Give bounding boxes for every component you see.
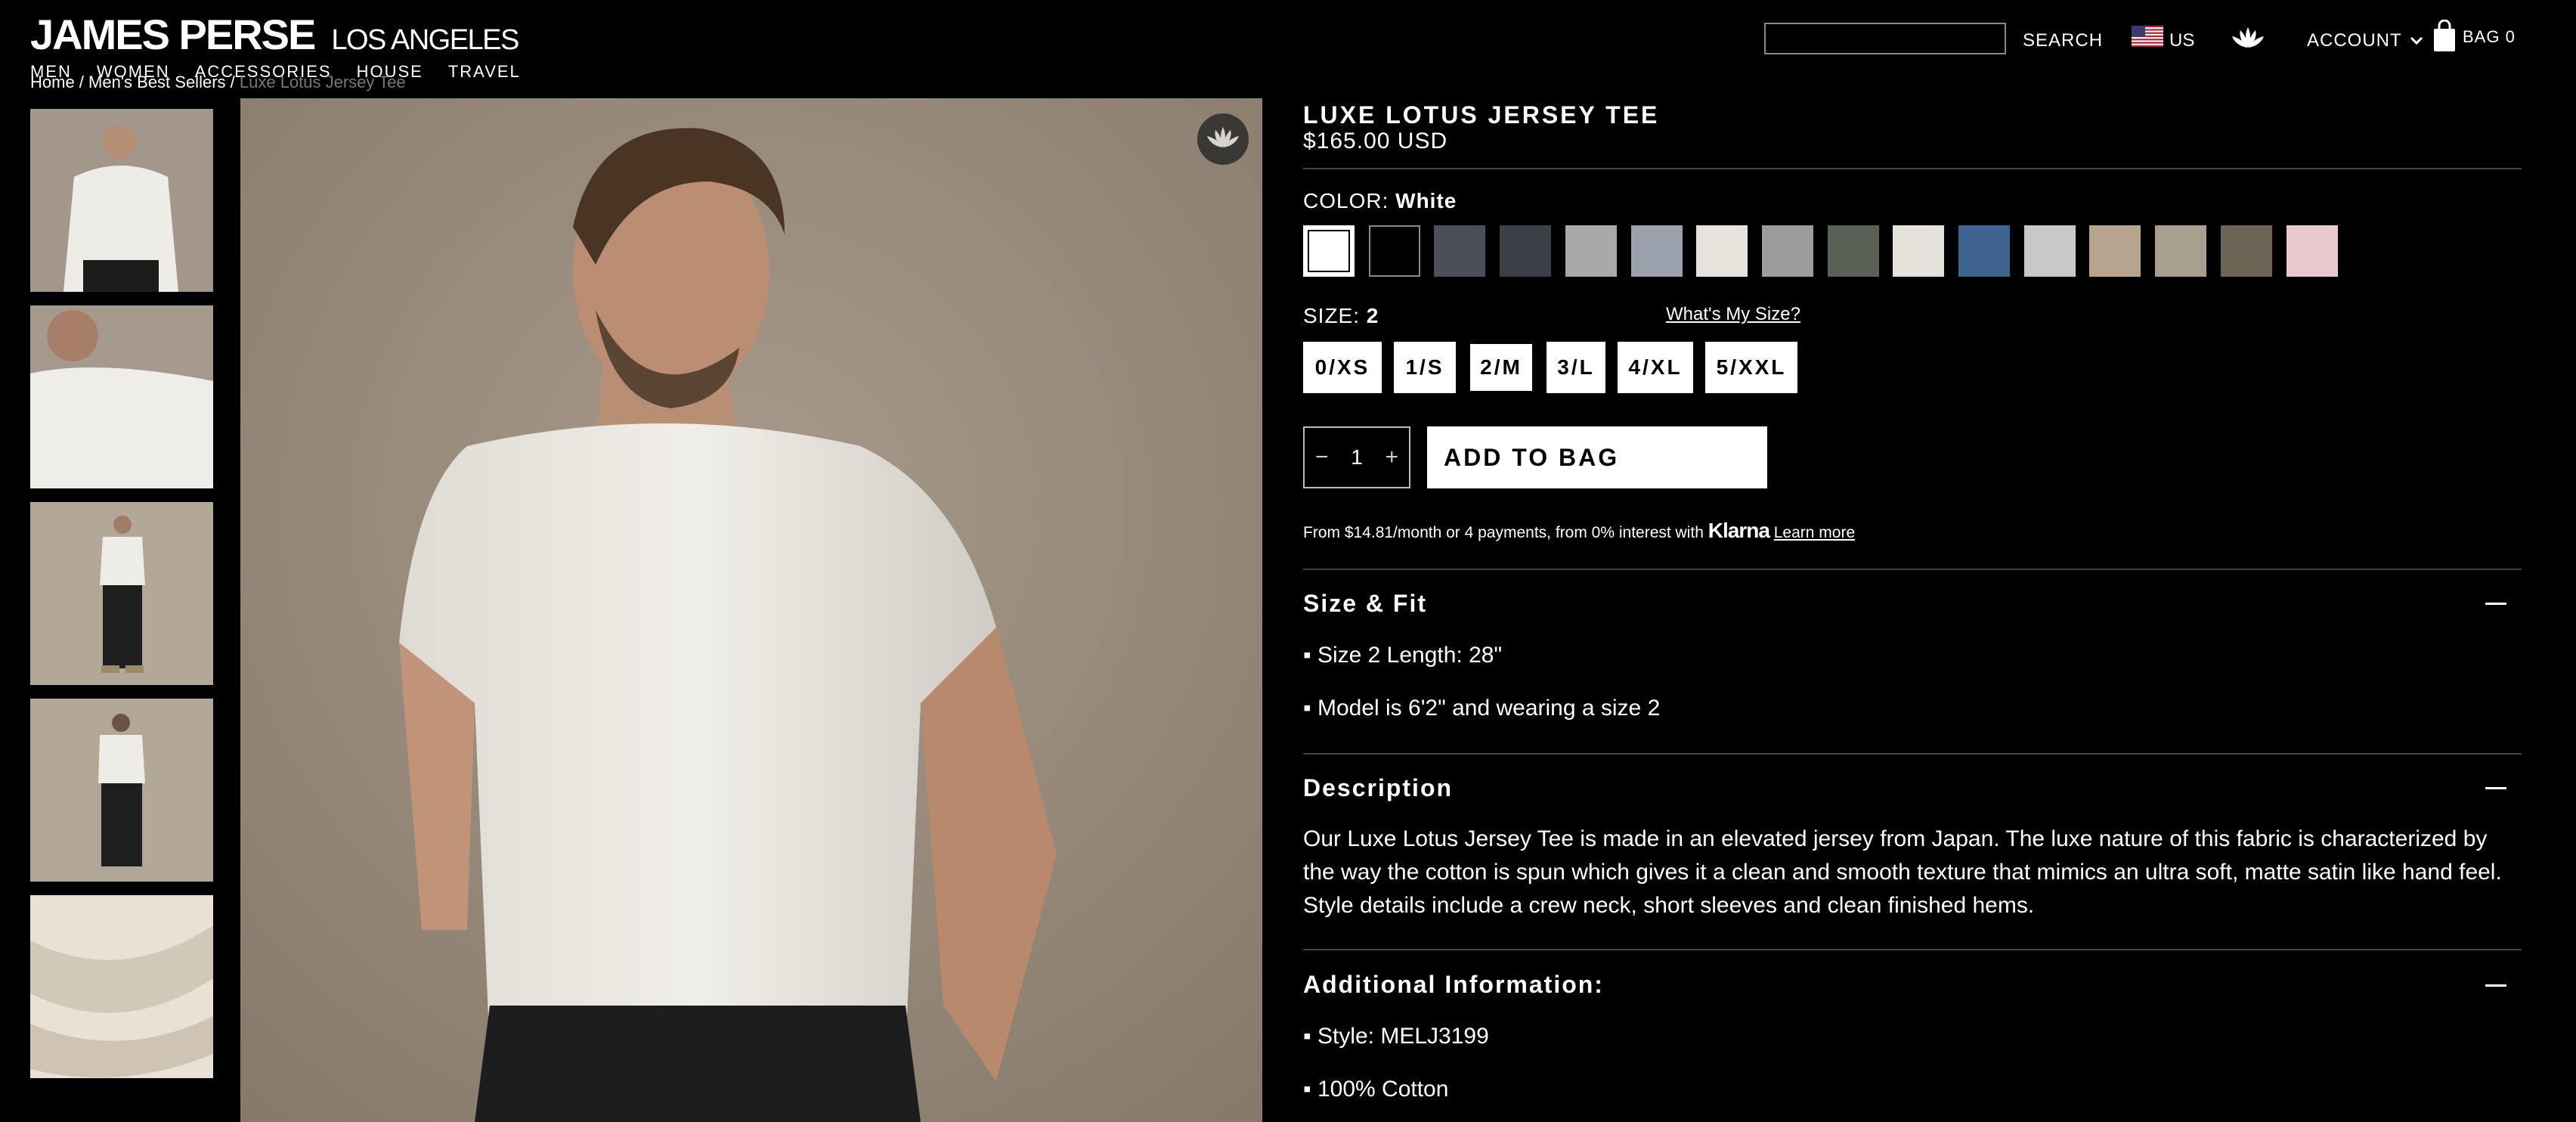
klarna-logo: Klarna: [1708, 519, 1770, 542]
breadcrumb-category[interactable]: Men's Best Sellers: [88, 76, 226, 91]
size-button-1-s[interactable]: 1/S: [1394, 342, 1456, 393]
account-label: ACCOUNT: [2307, 30, 2402, 51]
breadcrumb-current: Luxe Lotus Jersey Tee: [239, 76, 406, 91]
product-thumbnail[interactable]: [30, 699, 213, 882]
color-label-text: COLOR:: [1303, 189, 1389, 212]
additional-info-header[interactable]: Additional Information:: [1303, 971, 1604, 999]
size-guide-link[interactable]: What's My Size?: [1666, 304, 1800, 325]
account-menu[interactable]: ACCOUNT: [2307, 30, 2423, 51]
product-price: $165.00 USD: [1303, 129, 1448, 153]
color-swatch[interactable]: [1827, 225, 1879, 277]
add-to-bag-button[interactable]: ADD TO BAG: [1427, 426, 1767, 488]
size-fit-header[interactable]: Size & Fit: [1303, 590, 1427, 618]
breadcrumb-home[interactable]: Home: [30, 76, 75, 91]
color-swatch[interactable]: [2023, 225, 2076, 277]
shopping-bag-icon[interactable]: [2432, 20, 2457, 51]
product-thumbnail[interactable]: [30, 305, 213, 488]
chevron-down-icon: [2410, 36, 2423, 45]
search-button[interactable]: SEARCH: [2023, 30, 2103, 51]
size-button-3-l[interactable]: 3/L: [1547, 342, 1605, 393]
color-swatch[interactable]: [1500, 225, 1552, 277]
size-button-2-m[interactable]: 2/M: [1468, 342, 1534, 393]
product-main-image[interactable]: [240, 98, 1262, 1122]
size-label: SIZE: 2: [1303, 304, 1379, 328]
color-swatch[interactable]: [2220, 225, 2272, 277]
brand-logo[interactable]: JAMES PERSE LOS ANGELES: [30, 11, 519, 64]
size-label-text: SIZE:: [1303, 304, 1361, 327]
color-swatch[interactable]: [1696, 225, 1748, 277]
divider: [1303, 949, 2522, 950]
collapse-additional-info-icon[interactable]: [2485, 984, 2506, 987]
klarna-learn-more-link[interactable]: Learn more: [1774, 524, 1855, 541]
additional-info-item: ▪ Style: MELJ3199: [1303, 1024, 1489, 1049]
description-header[interactable]: Description: [1303, 774, 1453, 802]
size-button-5-xxl[interactable]: 5/XXL: [1705, 342, 1797, 393]
increment-button[interactable]: +: [1385, 445, 1398, 470]
selected-size: 2: [1366, 304, 1379, 327]
color-swatch[interactable]: [1958, 225, 2010, 277]
color-swatch[interactable]: [2286, 225, 2338, 277]
color-swatch[interactable]: [1303, 225, 1355, 277]
bag-link[interactable]: BAG 0: [2463, 27, 2516, 47]
size-button-4-xl[interactable]: 4/XL: [1618, 342, 1693, 393]
color-swatch[interactable]: [1565, 225, 1617, 277]
product-thumbnail[interactable]: [30, 502, 213, 685]
divider: [1303, 753, 2522, 755]
quantity-stepper: − 1 +: [1303, 426, 1410, 488]
product-thumbnail[interactable]: [30, 109, 213, 292]
decrement-button[interactable]: −: [1315, 445, 1329, 470]
collapse-description-icon[interactable]: [2485, 787, 2506, 789]
size-fit-item: ▪ Size 2 Length: 28": [1303, 643, 1503, 668]
divider: [1303, 569, 2522, 570]
selected-color: White: [1395, 189, 1457, 212]
quantity-value[interactable]: 1: [1351, 445, 1363, 470]
color-swatch[interactable]: [1368, 225, 1420, 277]
color-swatch[interactable]: [2155, 225, 2207, 277]
description-text: Our Luxe Lotus Jersey Tee is made in an …: [1303, 826, 2502, 918]
brand-name: JAMES PERSE: [30, 11, 316, 58]
color-swatch[interactable]: [1434, 225, 1486, 277]
divider: [1303, 168, 2522, 169]
color-swatch[interactable]: [1893, 225, 1945, 277]
klarna-text: From $14.81/month or 4 payments, from 0%…: [1303, 524, 1704, 541]
lotus-icon[interactable]: [2230, 24, 2266, 51]
lotus-badge-icon: [1197, 113, 1249, 165]
color-label: COLOR: White: [1303, 189, 1457, 213]
search-input[interactable]: [1764, 23, 2006, 54]
size-fit-item: ▪ Model is 6'2" and wearing a size 2: [1303, 696, 1661, 721]
klarna-financing: From $14.81/month or 4 payments, from 0%…: [1303, 519, 1855, 543]
nav-travel[interactable]: TRAVEL: [448, 62, 521, 82]
color-swatch[interactable]: [1630, 225, 1683, 277]
size-button-0-xs[interactable]: 0/XS: [1303, 342, 1382, 393]
collapse-size-fit-icon[interactable]: [2485, 603, 2506, 605]
brand-subtitle: LOS ANGELES: [331, 24, 519, 56]
us-flag-icon[interactable]: [2132, 26, 2163, 47]
breadcrumb: Home / Men's Best Sellers / Luxe Lotus J…: [30, 76, 406, 94]
additional-info-item: ▪ 100% Cotton: [1303, 1077, 1449, 1102]
product-title: LUXE LOTUS JERSEY TEE: [1303, 101, 1660, 129]
product-thumbnail[interactable]: [30, 895, 213, 1078]
color-swatch[interactable]: [2089, 225, 2141, 277]
color-swatch[interactable]: [1761, 225, 1813, 277]
country-selector[interactable]: US: [2169, 30, 2194, 51]
